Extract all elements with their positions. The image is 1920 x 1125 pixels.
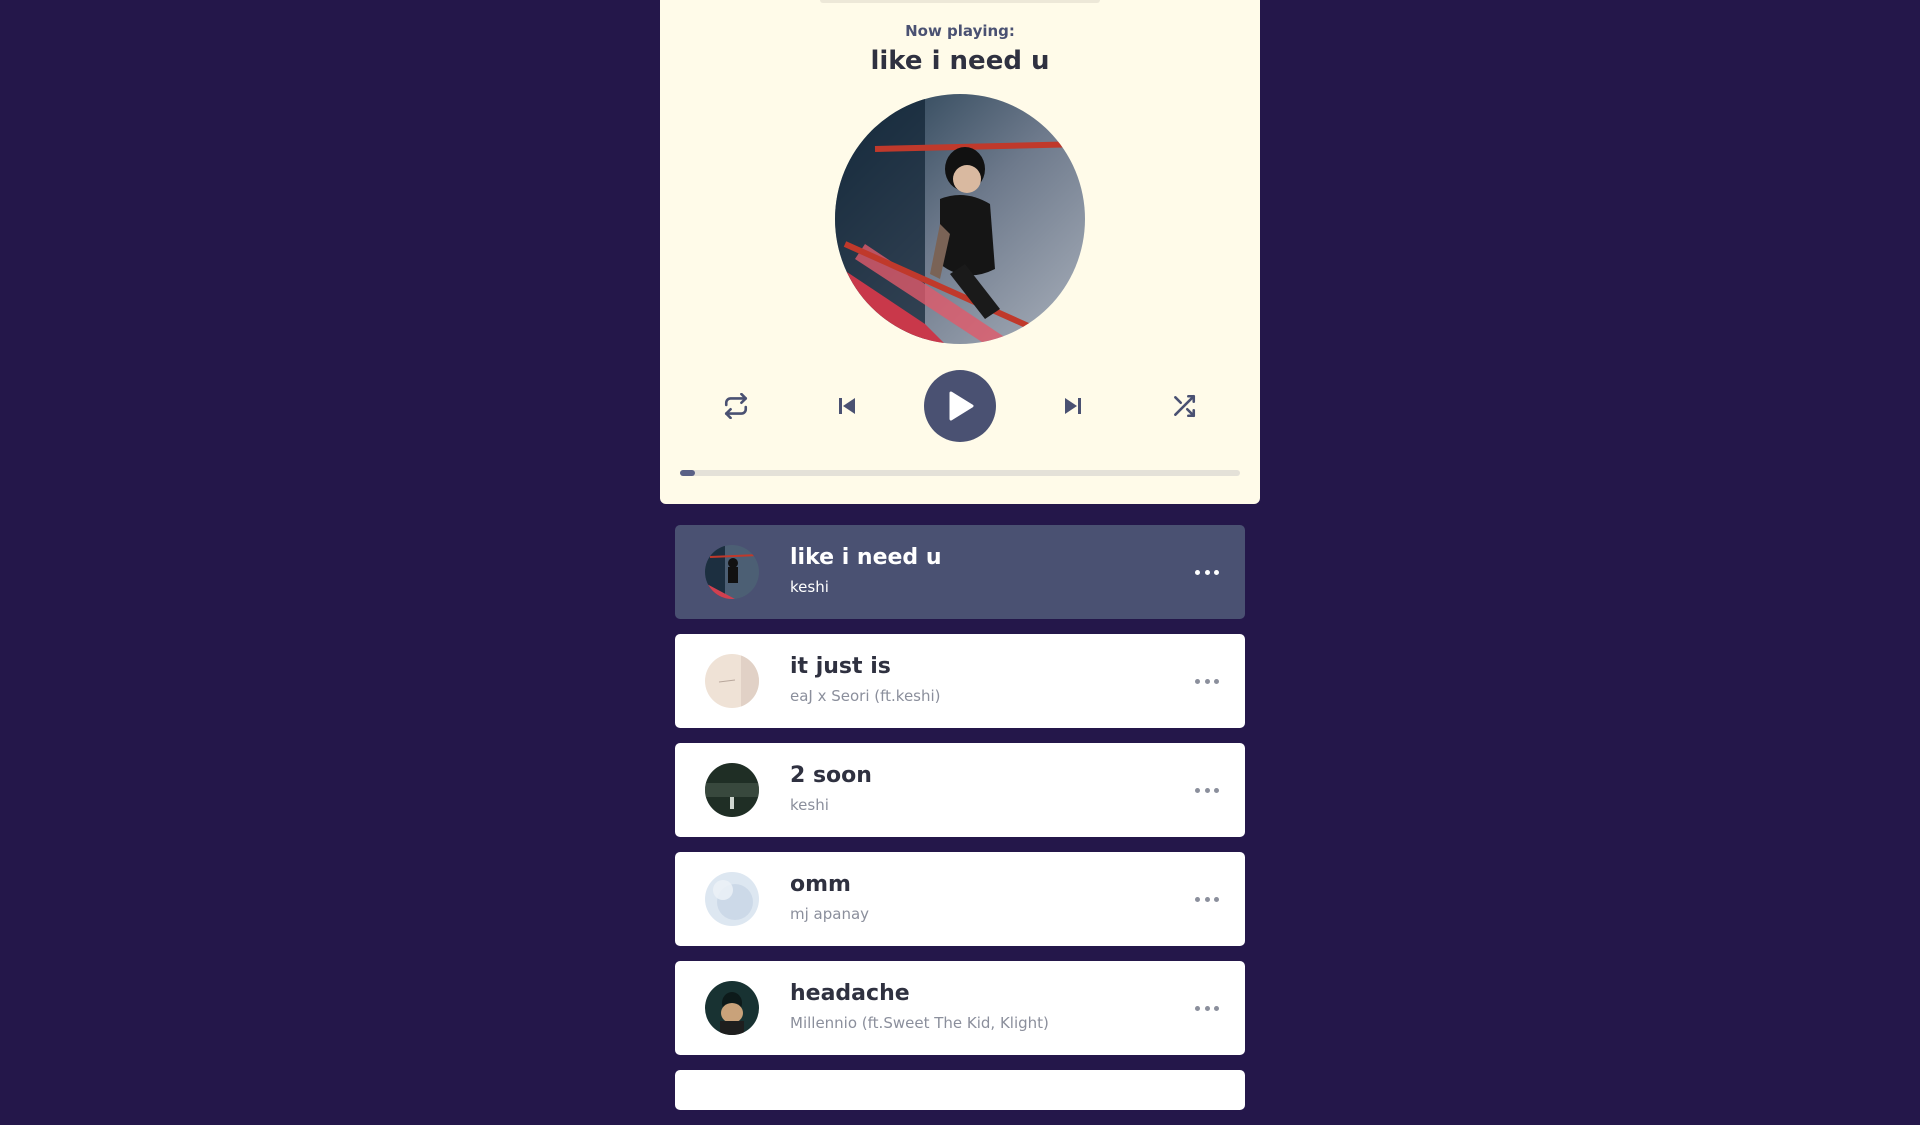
track-item[interactable]: 2 soon keshi [675, 743, 1245, 837]
track-artist: mj apanay [790, 905, 870, 923]
shuffle-button[interactable] [1166, 388, 1202, 424]
repeat-icon [724, 393, 748, 419]
next-button[interactable] [1055, 388, 1091, 424]
play-button[interactable] [924, 370, 996, 442]
track-item[interactable]: like i need u keshi [675, 525, 1245, 619]
track-title: headache [790, 981, 910, 1006]
track-artist: keshi [790, 578, 829, 596]
repeat-button[interactable] [718, 388, 754, 424]
track-item[interactable]: headache Millennio (ft.Sweet The Kid, Kl… [675, 961, 1245, 1055]
track-title: like i need u [790, 545, 942, 570]
track-item[interactable]: it just is eaJ x Seori (ft.keshi) [675, 634, 1245, 728]
skip-forward-icon [1065, 398, 1081, 414]
play-icon [949, 391, 974, 421]
track-artist: Millennio (ft.Sweet The Kid, Klight) [790, 1014, 1049, 1032]
more-options-icon[interactable] [1195, 889, 1219, 909]
track-thumbnail [705, 654, 759, 708]
card-top-edge [820, 0, 1100, 3]
track-thumbnail [705, 981, 759, 1035]
now-playing-label: Now playing: [905, 22, 1015, 40]
more-options-icon[interactable] [1195, 780, 1219, 800]
now-playing-title: like i need u [870, 46, 1050, 76]
now-playing-card: Now playing: like i need u [660, 0, 1260, 504]
track-title: it just is [790, 654, 891, 679]
track-thumbnail [705, 763, 759, 817]
track-thumbnail [705, 872, 759, 926]
music-player-app: Now playing: like i need u like i need u… [660, 0, 1260, 1110]
track-item[interactable] [675, 1070, 1245, 1110]
playlist: like i need u keshi it just is eaJ x Seo… [675, 525, 1245, 1125]
track-item[interactable]: omm mj apanay [675, 852, 1245, 946]
track-thumbnail [705, 545, 759, 599]
track-title: omm [790, 872, 851, 897]
previous-button[interactable] [829, 388, 865, 424]
track-artist: eaJ x Seori (ft.keshi) [790, 687, 941, 705]
shuffle-icon [1174, 394, 1196, 418]
track-artist: keshi [790, 796, 829, 814]
progress-bar[interactable] [680, 470, 1240, 476]
skip-back-icon [839, 398, 855, 414]
more-options-icon[interactable] [1195, 562, 1219, 582]
progress-fill [680, 470, 696, 476]
album-cover [835, 94, 1085, 344]
more-options-icon[interactable] [1195, 998, 1219, 1018]
more-options-icon[interactable] [1195, 671, 1219, 691]
track-title: 2 soon [790, 763, 872, 788]
